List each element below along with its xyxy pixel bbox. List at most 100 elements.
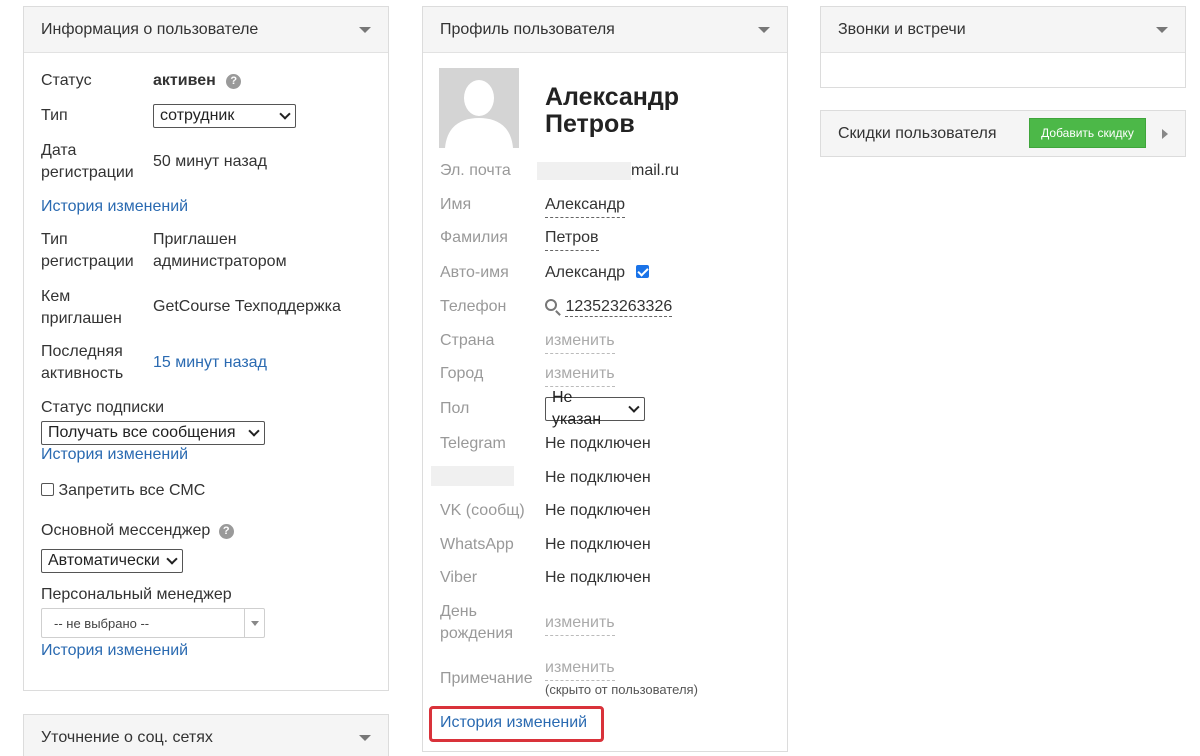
collapse-caret-icon[interactable]: [359, 734, 371, 741]
add-discount-button[interactable]: Добавить скидку: [1029, 118, 1146, 148]
sms-block-label: Запретить все СМС: [58, 482, 206, 499]
telegram-label: Telegram: [440, 435, 506, 452]
note-change-link[interactable]: изменить: [545, 657, 615, 681]
invited-by-value: GetCourse Техподдержка: [153, 298, 341, 315]
last-activity-link[interactable]: 15 минут назад: [153, 352, 267, 374]
type-select-value: сотрудник: [160, 107, 235, 124]
collapse-caret-icon[interactable]: [359, 26, 371, 33]
autoname-value: Александр: [545, 264, 626, 281]
first-name-value[interactable]: Александр: [545, 194, 626, 218]
social-clarification-panel-header[interactable]: Уточнение о соц. сетях: [24, 715, 388, 756]
status-label: Статус: [41, 72, 92, 89]
whatsapp-status: Не подключен: [545, 536, 651, 553]
social-clarification-panel-title: Уточнение о соц. сетях: [41, 728, 213, 746]
sms-block-checkbox[interactable]: [41, 483, 54, 496]
help-icon[interactable]: ?: [226, 74, 242, 89]
last-activity-label-line1: Последняя: [41, 343, 123, 360]
subscription-select[interactable]: Получать все сообщения: [41, 421, 265, 445]
email-redaction: [537, 162, 631, 180]
last-activity-label: Последняя активность: [41, 341, 123, 385]
calls-meetings-panel-header[interactable]: Звонки и встречи: [821, 7, 1185, 53]
expand-caret-icon[interactable]: [1162, 128, 1168, 139]
personal-manager-select[interactable]: -- не выбрано --: [41, 608, 265, 638]
help-icon[interactable]: ?: [218, 524, 234, 539]
city-change-link[interactable]: изменить: [545, 363, 615, 387]
note-label: Примечание: [440, 670, 533, 687]
user-profile-panel-header[interactable]: Профиль пользователя: [423, 7, 787, 53]
gender-select-value: Не указан: [552, 389, 602, 428]
user-discounts-panel-title: Скидки пользователя: [838, 124, 997, 142]
calls-meetings-panel-title: Звонки и встречи: [838, 20, 966, 38]
city-label: Город: [440, 365, 484, 382]
phone-label: Телефон: [440, 298, 507, 315]
personal-manager-label: Персональный менеджер: [41, 586, 232, 603]
vk-label: VK (сообщ): [440, 502, 525, 519]
chevron-down-icon: [244, 609, 264, 637]
gender-select[interactable]: Не указан: [545, 389, 645, 428]
reg-date-label-line1: Дата: [41, 142, 77, 159]
messenger-label: Основной мессенджер: [41, 522, 211, 539]
viber-status: Не подключен: [545, 569, 651, 586]
collapse-caret-icon[interactable]: [1156, 26, 1168, 33]
subscription-status-label: Статус подписки: [41, 399, 165, 416]
gender-label: Пол: [440, 400, 470, 417]
surname-value[interactable]: Петров: [545, 227, 599, 251]
birthday-label: День рождения: [440, 601, 513, 645]
reg-type-value-line2: администратором: [153, 253, 287, 270]
phone-value[interactable]: 123523263326: [565, 298, 673, 317]
last-activity-label-line2: активность: [41, 365, 124, 382]
subscription-select-value: Получать все сообщения: [48, 424, 236, 441]
autoname-row: Александр: [545, 262, 649, 284]
country-change-link[interactable]: изменить: [545, 330, 615, 354]
profile-full-name: Александр Петров: [545, 84, 679, 138]
chevron-down-icon: [628, 401, 640, 413]
history-link-2[interactable]: История изменений: [41, 444, 188, 466]
autoname-checkbox[interactable]: [635, 265, 649, 278]
history-link-1[interactable]: История изменений: [41, 196, 188, 218]
status-value: активен ?: [153, 70, 242, 92]
reg-type-label-line2: регистрации: [41, 253, 134, 270]
surname-label: Фамилия: [440, 229, 508, 246]
redacted-messenger-status: Не подключен: [545, 469, 651, 486]
messenger-label-redaction: [431, 466, 514, 486]
invited-by-label: Кем приглашен: [41, 286, 122, 330]
birthday-change-link[interactable]: изменить: [545, 612, 615, 636]
reg-date-value: 50 минут назад: [153, 153, 267, 170]
email-value: mail.ru: [631, 162, 680, 179]
messenger-label-row: Основной мессенджер ?: [41, 520, 234, 542]
collapse-caret-icon[interactable]: [758, 26, 770, 33]
reg-type-value-line1: Приглашен: [153, 231, 237, 248]
phone-row: 123523263326: [545, 296, 673, 318]
user-info-panel-header[interactable]: Информация о пользователе: [24, 7, 388, 53]
chevron-down-icon: [279, 108, 291, 120]
sms-block-row: Запретить все СМС: [41, 480, 205, 502]
invited-by-label-line1: Кем: [41, 288, 71, 305]
personal-manager-select-value: -- не выбрано --: [54, 615, 150, 631]
whatsapp-label: WhatsApp: [440, 536, 514, 553]
note-hint: (скрыто от пользователя): [545, 682, 698, 697]
calls-meetings-panel: Звонки и встречи: [820, 6, 1186, 88]
history-link-3[interactable]: История изменений: [41, 640, 188, 662]
reg-date-label-line2: регистрации: [41, 164, 134, 181]
birthday-label-line1: День: [440, 603, 477, 620]
email-label: Эл. почта: [440, 162, 511, 179]
user-profile-panel-title: Профиль пользователя: [440, 20, 615, 38]
invited-by-label-line2: приглашен: [41, 310, 122, 327]
profile-first-name: Александр: [545, 83, 680, 111]
reg-type-label-line1: Тип: [41, 231, 68, 248]
messenger-select[interactable]: Автоматически: [41, 549, 183, 573]
chevron-down-icon: [166, 553, 178, 565]
type-select[interactable]: сотрудник: [153, 104, 296, 128]
autoname-label: Авто-имя: [440, 264, 509, 281]
reg-date-label: Дата регистрации: [41, 140, 134, 184]
reg-type-value: Приглашен администратором: [153, 229, 287, 273]
chevron-down-icon: [248, 425, 260, 437]
country-label: Страна: [440, 332, 495, 349]
viber-label: Viber: [440, 569, 478, 586]
social-clarification-panel: Уточнение о соц. сетях: [23, 714, 389, 756]
search-icon[interactable]: [545, 299, 557, 311]
avatar[interactable]: [439, 68, 519, 148]
user-silhouette-icon: [439, 68, 519, 148]
profile-history-link[interactable]: История изменений: [440, 712, 587, 734]
user-info-panel-title: Информация о пользователе: [41, 20, 259, 38]
